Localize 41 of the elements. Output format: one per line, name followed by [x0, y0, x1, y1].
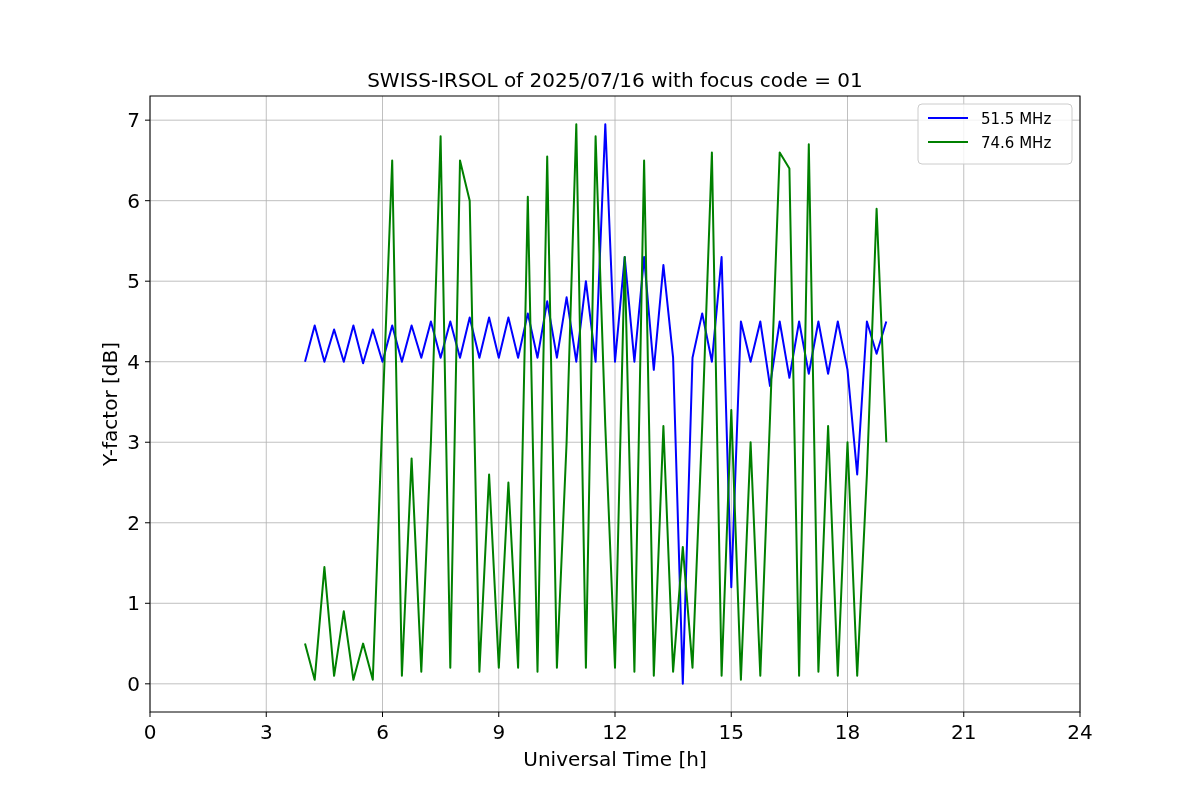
tick-label: 0 [127, 671, 140, 696]
tick-label: 6 [127, 188, 140, 213]
tick-mark [144, 200, 151, 202]
tick-label: 3 [127, 430, 140, 455]
tick-label: 18 [834, 720, 861, 744]
tick-label: 12 [602, 720, 628, 744]
tick-mark [847, 711, 848, 718]
tick-label: 24 [1067, 720, 1093, 744]
tick-label: 21 [951, 720, 977, 744]
tick-label: 6 [376, 720, 389, 744]
tick-mark [730, 711, 732, 718]
tick-label: 1 [127, 591, 140, 616]
tick-mark [498, 711, 500, 718]
chart-title: SWISS-IRSOL of 2025/07/16 with focus code = 01 [367, 68, 863, 92]
tick-label: 7 [127, 108, 140, 133]
tick-mark [144, 683, 151, 685]
tick-mark [149, 711, 151, 718]
tick-mark [144, 602, 151, 604]
tick-mark [382, 711, 383, 718]
tick-mark [144, 280, 151, 282]
tick-mark [265, 711, 267, 718]
legend-label: 74.6 MHz [981, 134, 1052, 152]
tick-label: 3 [259, 720, 273, 744]
legend-line [927, 117, 969, 119]
tick-label: 2 [127, 510, 140, 535]
tick-mark [144, 119, 151, 121]
tick-mark [614, 711, 616, 718]
axis-label: Y-factor [dB] [98, 342, 122, 466]
tick-mark [144, 441, 151, 443]
tick-mark [1079, 711, 1081, 718]
tick-label: 9 [492, 720, 506, 744]
legend-line [927, 141, 969, 143]
tick-label: 15 [718, 720, 744, 744]
tick-label: 5 [127, 269, 140, 294]
tick-mark [144, 522, 151, 524]
tick-label: 4 [127, 349, 140, 374]
tick-mark [144, 361, 151, 363]
tick-label: 0 [143, 720, 157, 744]
axis-label: Universal Time [h] [523, 747, 707, 771]
tick-mark [963, 711, 965, 718]
legend-label: 51.5 MHz [981, 110, 1052, 128]
